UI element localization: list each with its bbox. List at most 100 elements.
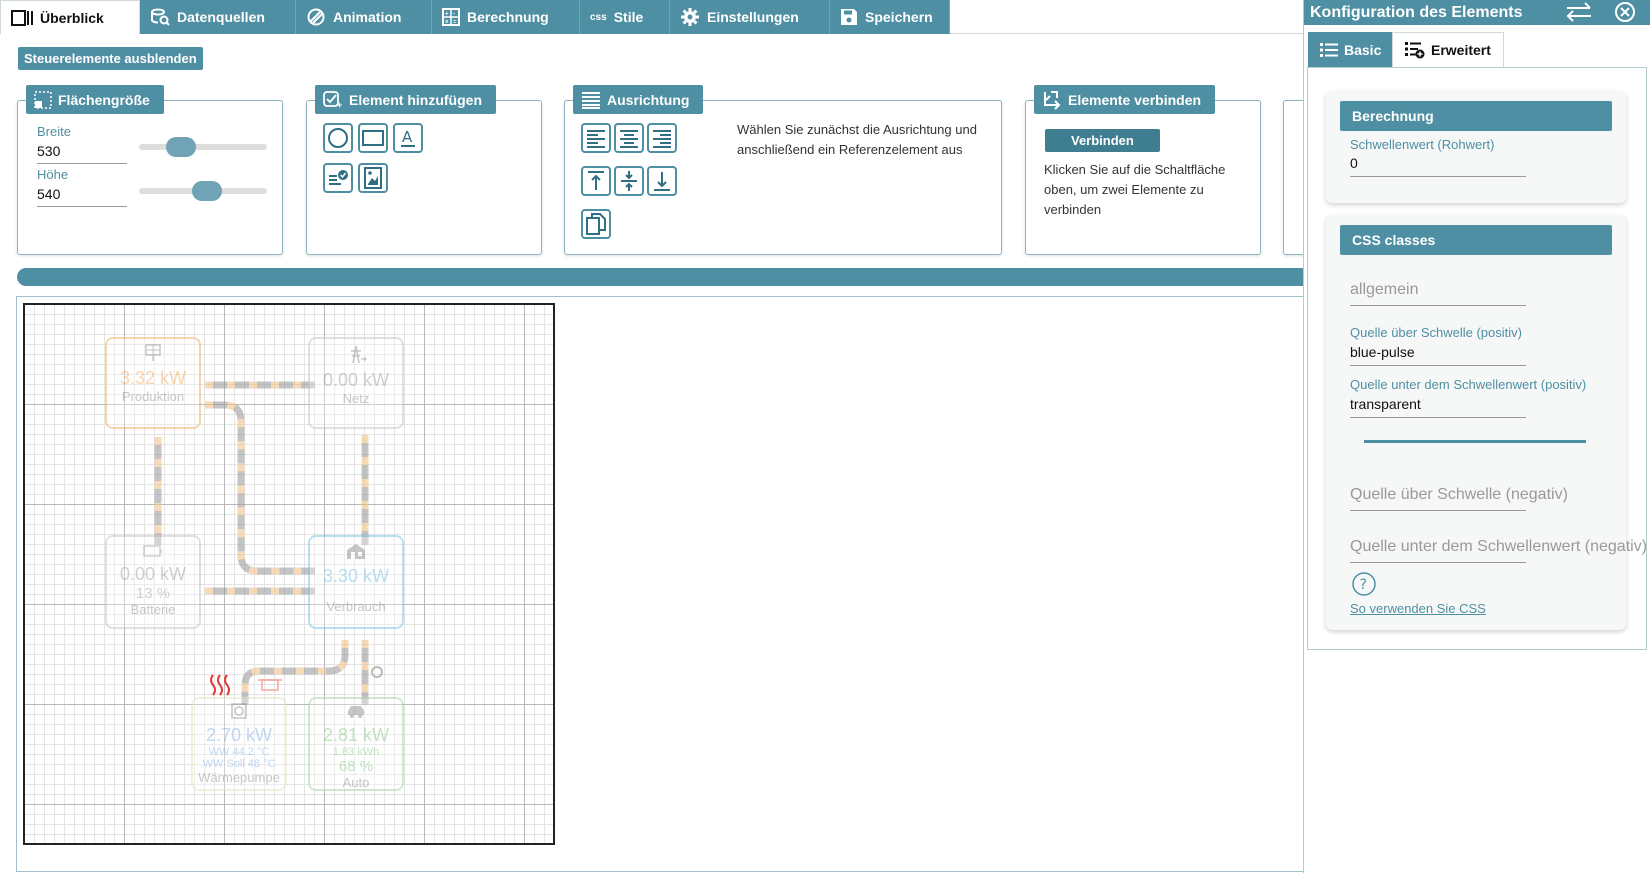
copy-icon [586,213,606,235]
below-negative-input[interactable]: Quelle unter dem Schwellenwert (negativ) [1350,538,1647,563]
connect-elements-card: Elemente verbinden Verbinden Klicken Sie… [1025,85,1261,255]
connect-icon [1044,90,1061,110]
align-left-button[interactable] [581,123,611,153]
tab-animation[interactable]: Animation [296,0,432,34]
swap-sides-icon[interactable] [1564,1,1594,23]
tab-save[interactable]: Speichern [830,0,950,34]
panel-title-bar: Konfiguration des Elements [1304,0,1650,25]
above-positive-label: Quelle über Schwelle (positiv) [1350,325,1522,340]
heatpump-line2: WW Soll 48 °C [202,758,276,770]
align-top-button[interactable] [581,166,611,196]
canvas-size-header: Flächengröße [26,85,164,114]
tab-basic[interactable]: Basic [1308,32,1394,67]
canvas-size-card: Flächengröße Breite 530 Höhe 540 [17,85,283,255]
panel-body: Berechnung Schwellenwert (Rohwert) 0 CSS… [1307,67,1647,650]
controls-divider[interactable] [17,268,1312,286]
tab-advanced-label: Erweitert [1431,42,1491,58]
svg-text:+: + [337,100,342,109]
tab-overview[interactable]: Überblick [0,0,140,34]
car-value: 2.81 kW [322,725,390,745]
car-percent: 68 % [338,758,374,775]
height-input[interactable]: 540 [37,186,127,207]
node-consumption[interactable]: 3.30 kW Verbrauch [308,535,404,629]
tab-calculation[interactable]: + - × = Berechnung [432,0,580,34]
above-positive-input[interactable]: blue-pulse [1350,344,1526,366]
tab-animation-label: Animation [333,9,402,25]
panel-title: Konfiguration des Elements [1310,3,1523,21]
production-value: 3.32 kW [119,368,187,388]
battery-label: Batterie [130,602,176,617]
align-top-icon [588,171,604,190]
above-negative-input[interactable]: Quelle über Schwelle (negativ) [1350,486,1568,511]
align-icon [582,91,600,109]
calc-section-header: Berechnung [1340,101,1612,131]
css-general-input[interactable]: allgemein [1350,281,1526,306]
css-help-link[interactable]: So verwenden Sie CSS [1350,601,1486,616]
copy-size-button[interactable] [581,209,611,239]
help-icon[interactable]: ? [1351,571,1377,597]
connect-elements-title: Elemente verbinden [1068,91,1202,108]
node-battery[interactable]: 0.00 kW 13 % Batterie [105,535,201,629]
rectangle-icon [362,130,384,146]
close-icon[interactable] [1614,1,1636,23]
threshold-label: Schwellenwert (Rohwert) [1350,137,1495,152]
grid-value: 0.00 kW [322,370,390,390]
align-middle-button[interactable] [614,166,644,196]
animation-icon [307,8,325,26]
calc-section: Berechnung Schwellenwert (Rohwert) 0 [1326,91,1626,203]
connect-button[interactable]: Verbinden [1045,129,1160,152]
heatpump-value: 2.70 kW [205,725,273,745]
status-dot [371,666,383,678]
gear-icon [681,8,699,26]
production-label: Produktion [121,389,185,404]
heatpump-icon [231,703,247,719]
add-text-button[interactable]: A [393,123,423,153]
threshold-input[interactable]: 0 [1350,155,1526,177]
width-slider-thumb[interactable] [166,137,196,157]
align-center-icon [620,130,638,148]
calculator-icon: + -× = [442,8,460,26]
alignment-title: Ausrichtung [607,91,690,108]
align-right-button[interactable] [647,123,677,153]
connect-hint: Klicken Sie auf die Schaltfläche oben, u… [1044,162,1226,217]
tab-styles[interactable]: css Stile [580,0,670,34]
below-positive-input[interactable]: transparent [1350,396,1526,418]
width-input[interactable]: 530 [37,143,127,164]
add-circle-button[interactable] [323,123,353,153]
tab-styles-label: Stile [613,9,644,25]
tab-settings[interactable]: Einstellungen [670,0,830,34]
element-config-panel: Konfiguration des Elements Basic Erweite… [1303,0,1650,873]
add-image-button[interactable] [358,163,388,193]
hide-controls-button[interactable]: Steuerelemente ausblenden [18,47,203,70]
svg-text:×: × [445,20,449,26]
node-grid[interactable]: 0.00 kW Netz [308,337,404,429]
below-positive-label: Quelle unter dem Schwellenwert (positiv) [1350,377,1587,392]
connect-elements-header: Elemente verbinden [1034,85,1216,114]
align-center-button[interactable] [614,123,644,153]
add-element-card: + Element hinzufügen A [306,85,542,255]
circle-icon [328,128,348,148]
power-tower-icon [351,345,367,364]
tab-settings-label: Einstellungen [707,9,799,25]
tab-advanced[interactable]: Erweitert [1392,32,1504,67]
pot-icon [258,679,282,691]
node-car[interactable]: 2.81 kW 1.83 kWh 68 % Auto [308,697,404,791]
car-energy: 1.83 kWh [332,746,380,758]
add-datasource-element-button[interactable] [323,163,353,193]
consumption-label: Verbrauch [326,599,386,614]
css-classes-section: CSS classes allgemein Quelle über Schwel… [1326,215,1647,630]
tab-datasources[interactable]: Datenquellen [140,0,296,34]
alignment-hint: Wählen Sie zunächst die Ausrichtung und … [737,122,977,157]
node-production[interactable]: 3.32 kW Produktion [105,337,201,429]
tab-overview-label: Überblick [40,9,104,26]
heater-icon [210,674,230,696]
drawing-canvas[interactable]: 3.32 kW Produktion 0.00 kW Netz 0.00 kW … [23,303,555,845]
list-icon [1320,42,1338,57]
add-rectangle-button[interactable] [358,123,388,153]
align-bottom-button[interactable] [647,166,677,196]
width-slider-track[interactable] [139,144,267,150]
grid-label: Netz [342,391,370,406]
svg-text:-: - [453,12,455,18]
node-heatpump[interactable]: 2.70 kW WW 44.2 °C WW Soll 48 °C Wärmepu… [191,697,287,791]
height-slider-thumb[interactable] [192,181,222,201]
